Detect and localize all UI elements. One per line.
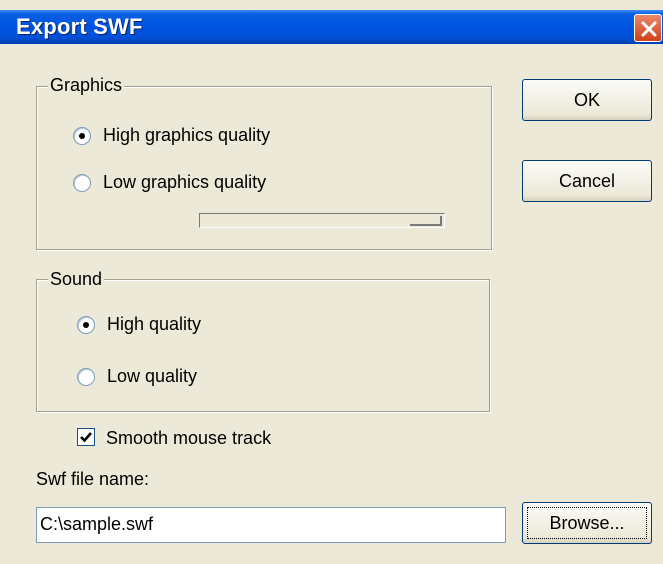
title-bar[interactable]: Export SWF: [0, 10, 663, 44]
file-name-input[interactable]: C:\sample.swf: [36, 507, 506, 543]
file-name-label: Swf file name:: [36, 469, 150, 489]
window-title: Export SWF: [16, 14, 143, 39]
high-quality-label: High quality: [107, 314, 202, 334]
export-swf-dialog: Export SWF Graphics High graphics qualit…: [0, 0, 663, 564]
checkmark-icon: [80, 432, 92, 443]
close-icon: [641, 21, 657, 37]
cancel-button[interactable]: Cancel: [522, 160, 652, 202]
close-button[interactable]: [634, 14, 662, 42]
quality-slider[interactable]: [199, 213, 445, 228]
high-quality-option[interactable]: High quality: [77, 314, 201, 335]
cancel-button-label: Cancel: [558, 170, 616, 191]
radio-low-graphics[interactable]: [73, 173, 91, 192]
sound-legend: Sound: [48, 269, 105, 290]
low-quality-option[interactable]: Low quality: [77, 366, 197, 387]
graphics-legend: Graphics: [48, 75, 125, 96]
sound-group: [36, 279, 490, 412]
browse-button[interactable]: Browse...: [522, 502, 652, 544]
smooth-mouse-label: Smooth mouse track: [106, 428, 272, 448]
radio-high-graphics[interactable]: [73, 126, 91, 145]
quality-slider-thumb[interactable]: [410, 216, 442, 226]
high-graphics-quality-label: High graphics quality: [103, 125, 271, 145]
low-graphics-quality-label: Low graphics quality: [103, 172, 267, 192]
ok-button-label: OK: [573, 89, 600, 110]
low-graphics-quality-option[interactable]: Low graphics quality: [73, 172, 266, 193]
smooth-mouse-checkbox[interactable]: [77, 428, 95, 446]
high-graphics-quality-option[interactable]: High graphics quality: [73, 125, 270, 146]
radio-high-quality[interactable]: [77, 315, 95, 334]
radio-low-quality[interactable]: [77, 367, 95, 386]
browse-button-label: Browse...: [549, 512, 625, 533]
ok-button[interactable]: OK: [522, 79, 652, 121]
low-quality-label: Low quality: [107, 366, 198, 386]
